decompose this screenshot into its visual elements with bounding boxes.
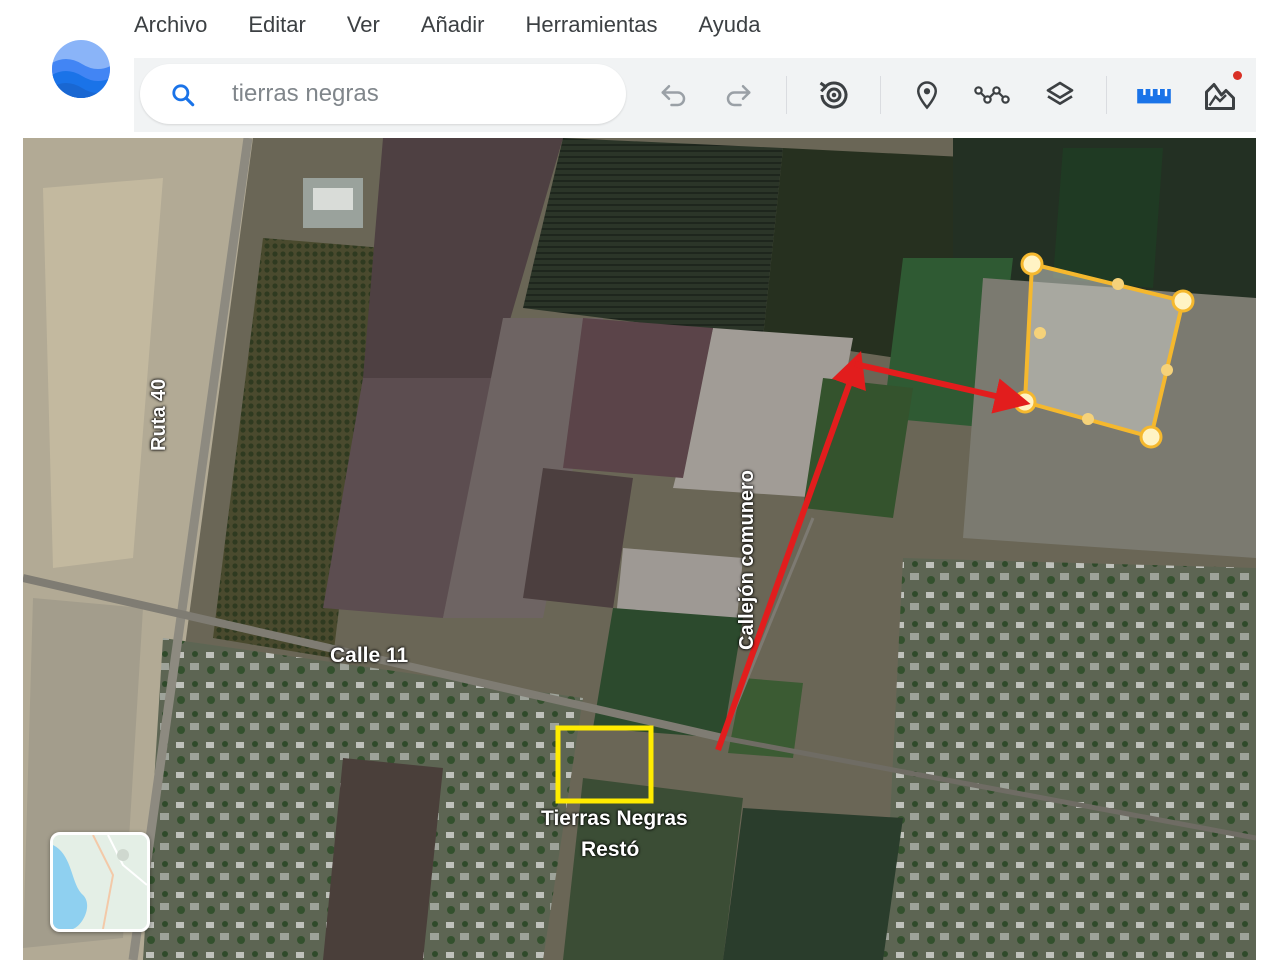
layers-icon <box>1046 81 1074 105</box>
minimap-icon <box>53 835 147 929</box>
toolbar <box>134 58 1256 132</box>
menu-ver[interactable]: Ver <box>347 10 380 40</box>
add-path-button[interactable] <box>974 77 1010 113</box>
placemark-icon <box>916 81 938 110</box>
satellite-imagery <box>23 138 1256 960</box>
menu-herramientas[interactable]: Herramientas <box>525 10 657 40</box>
menu-anadir[interactable]: Añadir <box>421 10 485 40</box>
path-icon <box>974 86 1010 104</box>
label-ruta-40: Ruta 40 <box>148 378 170 451</box>
search-input[interactable] <box>232 74 602 114</box>
undo-button[interactable] <box>656 77 692 113</box>
notification-dot <box>1233 71 1242 80</box>
historical-imagery-icon <box>819 81 848 109</box>
redo-button[interactable] <box>720 77 756 113</box>
search-icon[interactable] <box>170 82 196 108</box>
measure-button[interactable] <box>1136 77 1172 113</box>
label-calle-11: Calle 11 <box>330 644 409 667</box>
label-callejon-comunero: Callejón comunero <box>736 469 758 650</box>
menu-ayuda[interactable]: Ayuda <box>699 10 761 40</box>
toolbar-separator <box>880 76 881 114</box>
map-view[interactable]: Ruta 40 Calle 11 Callejón comunero Tierr… <box>23 138 1256 960</box>
undo-icon <box>661 85 686 107</box>
label-restaurant-resto: Restó <box>581 838 640 861</box>
ruler-icon <box>1137 89 1171 104</box>
menu-bar: Archivo Editar Ver Añadir Herramientas A… <box>134 10 802 40</box>
menu-editar[interactable]: Editar <box>248 10 305 40</box>
redo-icon <box>726 85 751 107</box>
app-window: Archivo Editar Ver Añadir Herramientas A… <box>0 0 1280 960</box>
label-restaurant-name: Tierras Negras <box>541 807 688 830</box>
minimap-button[interactable] <box>50 832 150 932</box>
add-placemark-button[interactable] <box>909 77 945 113</box>
elevation-profile-button[interactable] <box>1202 71 1242 113</box>
layers-button[interactable] <box>1042 77 1078 113</box>
elevation-profile-icon <box>1205 83 1235 110</box>
search-box[interactable] <box>140 64 626 124</box>
menu-archivo[interactable]: Archivo <box>134 10 207 40</box>
historical-imagery-button[interactable] <box>816 77 852 113</box>
toolbar-separator <box>1106 76 1107 114</box>
google-earth-logo-icon[interactable] <box>50 38 112 100</box>
toolbar-separator <box>786 76 787 114</box>
